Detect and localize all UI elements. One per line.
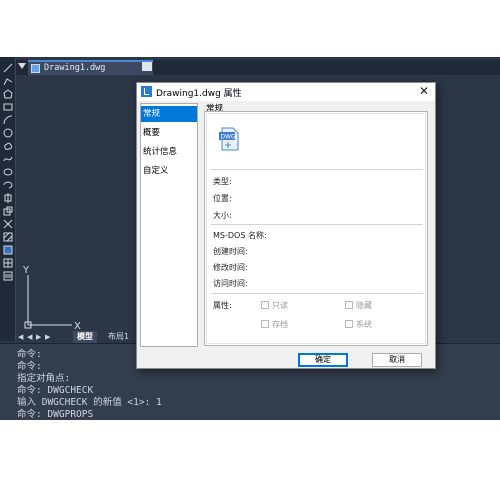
- table-tool-icon[interactable]: [3, 258, 13, 268]
- arc-tool-icon[interactable]: [3, 115, 13, 125]
- system-label: 系统: [356, 320, 372, 329]
- document-tab-bar: Drawing1.dwg ×: [16, 60, 500, 75]
- drawing-file-icon: [31, 64, 40, 73]
- next-layout-arrow-icon[interactable]: ▶: [36, 333, 41, 341]
- ucs-y-label: Y: [22, 265, 30, 276]
- hidden-label: 隐藏: [356, 301, 372, 310]
- polyline-tool-icon[interactable]: [3, 76, 13, 86]
- properties-nav-list: 常规 概要 统计信息 自定义: [140, 103, 198, 347]
- last-layout-arrow-icon[interactable]: ▶: [45, 333, 50, 341]
- spline-tool-icon[interactable]: [3, 154, 13, 164]
- system-checkbox[interactable]: [345, 320, 353, 328]
- location-label: 位置:: [213, 194, 232, 203]
- insert-block-tool-icon[interactable]: [3, 193, 13, 203]
- first-layout-arrow-icon[interactable]: ◀: [18, 333, 23, 341]
- make-block-tool-icon[interactable]: [3, 206, 13, 216]
- nav-item-general[interactable]: 常规: [141, 106, 197, 122]
- archive-label: 存档: [272, 320, 288, 329]
- type-label: 类型:: [213, 177, 232, 186]
- prev-layout-arrow-icon[interactable]: ◀: [27, 333, 32, 341]
- revcloud-tool-icon[interactable]: [3, 141, 13, 151]
- tab-model[interactable]: 模型: [73, 331, 97, 343]
- general-properties-inner: DWG 类型: 位置: 大小: MS-DOS 名称: 创建时间: 修改时间: 访…: [206, 113, 426, 344]
- separator: [211, 169, 423, 170]
- accessed-time-label: 访问时间:: [213, 279, 248, 288]
- ellipse-tool-icon[interactable]: [3, 167, 13, 177]
- command-line: 命令: DWGPROPS: [17, 409, 94, 420]
- hidden-checkbox[interactable]: [345, 301, 353, 309]
- app-logo-icon: [141, 86, 152, 97]
- dialog-title-bar[interactable]: Drawing1.dwg 属性 ✕: [137, 83, 435, 101]
- tab-menu-chevron-down-icon[interactable]: [18, 63, 26, 69]
- hatch-tool-icon[interactable]: [3, 232, 13, 242]
- region-tool-icon[interactable]: [3, 245, 13, 255]
- circle-tool-icon[interactable]: [3, 128, 13, 138]
- rectangle-tool-icon[interactable]: [3, 102, 13, 112]
- attributes-label: 属性:: [213, 301, 232, 310]
- nav-item-statistics[interactable]: 统计信息: [141, 144, 197, 160]
- ellipse-arc-tool-icon[interactable]: [3, 180, 13, 190]
- archive-checkbox[interactable]: [261, 320, 269, 328]
- ucs-icon: Y X: [22, 265, 81, 332]
- drawing-properties-dialog: Drawing1.dwg 属性 ✕ 常规 概要 统计信息 自定义 常规 DWG …: [136, 82, 436, 369]
- readonly-checkbox[interactable]: [261, 301, 269, 309]
- line-tool-icon[interactable]: [3, 63, 13, 73]
- separator: [211, 293, 423, 294]
- mtext-tool-icon[interactable]: [3, 271, 13, 281]
- polygon-tool-icon[interactable]: [3, 89, 13, 99]
- msdos-name-label: MS-DOS 名称:: [213, 231, 267, 240]
- modified-time-label: 修改时间:: [213, 263, 248, 272]
- draw-toolbar: [0, 57, 16, 341]
- nav-item-summary[interactable]: 概要: [141, 125, 197, 141]
- new-drawing-icon[interactable]: [142, 62, 152, 71]
- tab-layout1[interactable]: 布局1: [104, 331, 133, 343]
- general-properties-panel: DWG 类型: 位置: 大小: MS-DOS 名称: 创建时间: 修改时间: 访…: [204, 111, 428, 346]
- nav-item-custom[interactable]: 自定义: [141, 163, 197, 179]
- document-tab-label: Drawing1.dwg: [44, 63, 106, 73]
- separator: [211, 224, 423, 225]
- size-label: 大小:: [213, 211, 232, 220]
- created-time-label: 创建时间:: [213, 247, 248, 256]
- dwg-file-icon: DWG: [219, 127, 239, 151]
- close-icon[interactable]: ✕: [419, 84, 429, 98]
- cancel-button[interactable]: 取消: [372, 353, 422, 367]
- readonly-label: 只读: [272, 301, 288, 310]
- cad-application: Drawing1.dwg × Y X ◀ ◀ ▶ ▶ 模型 布局1 命令: 命令…: [0, 57, 500, 420]
- document-tab[interactable]: Drawing1.dwg ×: [28, 60, 153, 75]
- ok-button[interactable]: 确定: [298, 353, 348, 367]
- point-tool-icon[interactable]: [3, 219, 13, 229]
- dwg-file-icon-label: DWG: [221, 134, 237, 141]
- dialog-title: Drawing1.dwg 属性: [156, 89, 242, 99]
